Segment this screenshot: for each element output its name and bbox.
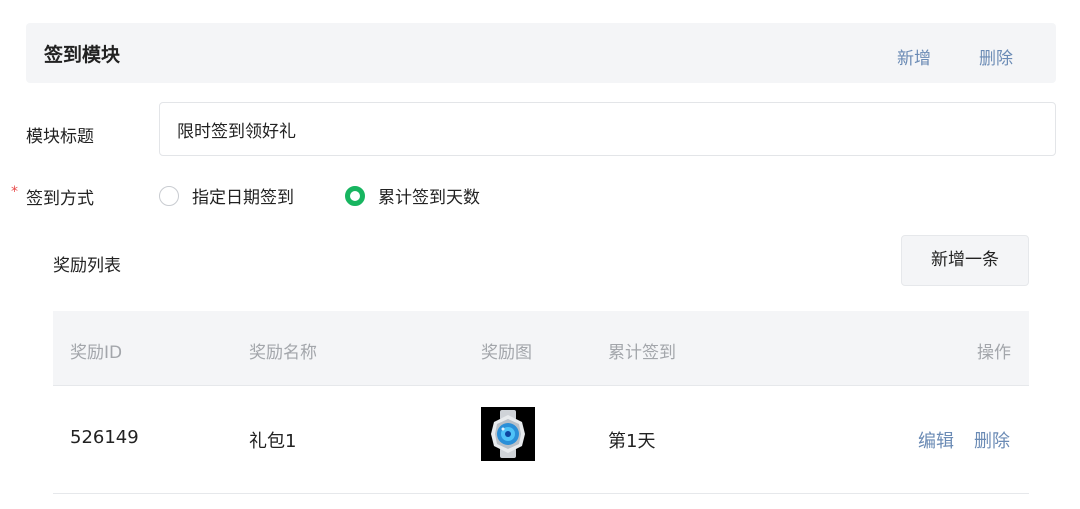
radio-label: 指定日期签到 — [192, 188, 294, 208]
radio-specified-date[interactable]: 指定日期签到 — [159, 183, 294, 208]
signin-method-label: 签到方式 — [26, 189, 94, 209]
delete-module-button[interactable]: 删除 — [979, 44, 1013, 69]
module-title: 签到模块 — [44, 44, 121, 66]
radio-checked-icon[interactable] — [345, 185, 365, 206]
add-reward-button[interactable]: 新增一条 — [901, 235, 1029, 286]
module-header: 签到模块 新增 删除 — [26, 23, 1056, 83]
column-header-actions: 操作 — [977, 343, 1011, 363]
radio-unchecked-icon[interactable] — [159, 185, 179, 206]
module-title-input[interactable] — [159, 102, 1056, 156]
cumulative-days-cell: 第1天 — [608, 431, 656, 452]
delete-reward-button[interactable]: 删除 — [974, 427, 1010, 453]
radio-cumulative-days[interactable]: 累计签到天数 — [345, 183, 480, 208]
add-module-button[interactable]: 新增 — [897, 44, 931, 69]
module-title-label: 模块标题 — [26, 127, 94, 147]
reward-name-cell: 礼包1 — [249, 431, 297, 452]
reward-image-thumbnail — [481, 407, 535, 461]
reward-list-title: 奖励列表 — [53, 256, 121, 276]
table-row: 526149 礼包1 第1天 编辑 删除 — [53, 386, 1029, 494]
radio-label: 累计签到天数 — [378, 188, 480, 208]
column-header-reward-id: 奖励ID — [70, 343, 123, 363]
column-header-reward-name: 奖励名称 — [249, 343, 317, 363]
table-header: 奖励ID 奖励名称 奖励图 累计签到 操作 — [53, 311, 1029, 386]
watch-icon — [481, 407, 535, 461]
reward-id-cell: 526149 — [70, 427, 139, 448]
required-mark: * — [11, 184, 18, 200]
column-header-reward-image: 奖励图 — [481, 343, 532, 363]
column-header-cumulative-days: 累计签到 — [608, 343, 676, 363]
edit-reward-button[interactable]: 编辑 — [918, 427, 954, 453]
